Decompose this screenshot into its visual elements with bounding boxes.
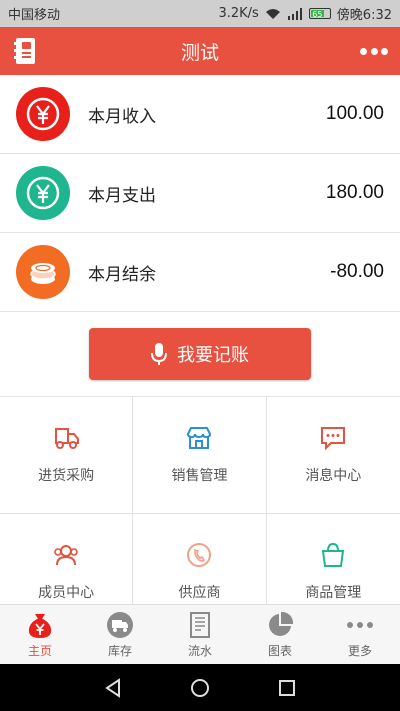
more-icon: [347, 622, 373, 628]
account-book-icon[interactable]: [14, 37, 38, 65]
grid-item-label: 成员中心: [38, 585, 95, 601]
recent-apps-icon[interactable]: [276, 677, 298, 699]
grid-item-suppliers[interactable]: 供应商: [133, 514, 267, 604]
tab-more[interactable]: 更多: [320, 605, 400, 664]
coins-icon: [16, 245, 70, 299]
summary-row-balance[interactable]: 本月结余 -80.00: [0, 233, 400, 312]
record-area: 我要记账: [0, 312, 400, 396]
tab-label: 库存: [107, 644, 132, 658]
inventory-truck-icon: [107, 612, 133, 638]
yen-icon: [16, 87, 70, 141]
yen-icon: [16, 166, 70, 220]
bag-icon: [322, 542, 345, 567]
grid-item-label: 销售管理: [171, 468, 228, 484]
summary-label: 本月结余: [88, 264, 156, 285]
bottom-tab-bar: 主页 库存 流水 图表 更多: [0, 604, 400, 664]
grid-item-sales[interactable]: 销售管理: [133, 397, 267, 514]
summary-label: 本月支出: [88, 185, 156, 206]
record-button[interactable]: 我要记账: [89, 328, 311, 380]
microphone-icon: [151, 343, 167, 365]
truck-icon: [55, 428, 80, 449]
signal-icon: [287, 7, 302, 20]
grid-item-members[interactable]: 成员中心: [0, 514, 134, 604]
tab-charts[interactable]: 图表: [240, 605, 320, 664]
network-speed: 3.2K/s: [218, 6, 259, 21]
store-icon: [187, 427, 212, 449]
back-icon[interactable]: [102, 677, 124, 699]
summary-value: 180.00: [325, 182, 384, 203]
grid-item-messages[interactable]: 消息中心: [266, 397, 400, 514]
carrier-name: 中国移动: [8, 8, 61, 23]
wifi-icon: [265, 8, 280, 19]
pie-chart-icon: [269, 611, 294, 636]
summary-value: 100.00: [325, 103, 384, 124]
page-title: 测试: [180, 41, 219, 64]
function-grid: 进货采购 销售管理 消息中心 成员中心 供应商 商品管理: [0, 396, 400, 604]
grid-item-purchase[interactable]: 进货采购: [0, 397, 134, 514]
summary-label: 本月收入: [88, 106, 156, 127]
message-icon: [321, 427, 346, 451]
phone-icon: [187, 543, 212, 567]
grid-item-label: 商品管理: [305, 585, 362, 601]
tab-label: 更多: [347, 644, 372, 658]
home-icon[interactable]: [189, 677, 211, 699]
tab-home[interactable]: 主页: [0, 605, 80, 664]
grid-item-label: 消息中心: [305, 468, 362, 484]
ledger-icon: [190, 612, 210, 638]
app-bar: 测试: [0, 27, 400, 75]
clock: 傍晚6:32: [336, 8, 392, 23]
record-button-label: 我要记账: [177, 345, 249, 366]
summary-row-expense[interactable]: 本月支出 180.00: [0, 154, 400, 233]
monthly-summary: 本月收入 100.00 本月支出 180.00 本月结余 -80.00: [0, 75, 400, 312]
tab-ledger[interactable]: 流水: [160, 605, 240, 664]
tab-label: 主页: [27, 644, 52, 658]
summary-row-income[interactable]: 本月收入 100.00: [0, 75, 400, 154]
summary-value: -80.00: [330, 261, 384, 282]
home-moneybag-icon: [28, 614, 52, 638]
system-navigation-bar: [0, 664, 400, 711]
status-bar: 中国移动 3.2K/s 65 傍晚6:32: [0, 0, 400, 27]
tab-label: 图表: [267, 644, 292, 658]
grid-item-label: 进货采购: [38, 468, 95, 484]
overflow-menu-icon[interactable]: [358, 39, 390, 63]
tab-label: 流水: [187, 644, 212, 658]
grid-item-products[interactable]: 商品管理: [267, 514, 400, 604]
grid-item-label: 供应商: [178, 585, 221, 601]
battery-icon: 65: [308, 8, 331, 19]
tab-inventory[interactable]: 库存: [80, 605, 160, 664]
members-icon: [54, 545, 78, 566]
